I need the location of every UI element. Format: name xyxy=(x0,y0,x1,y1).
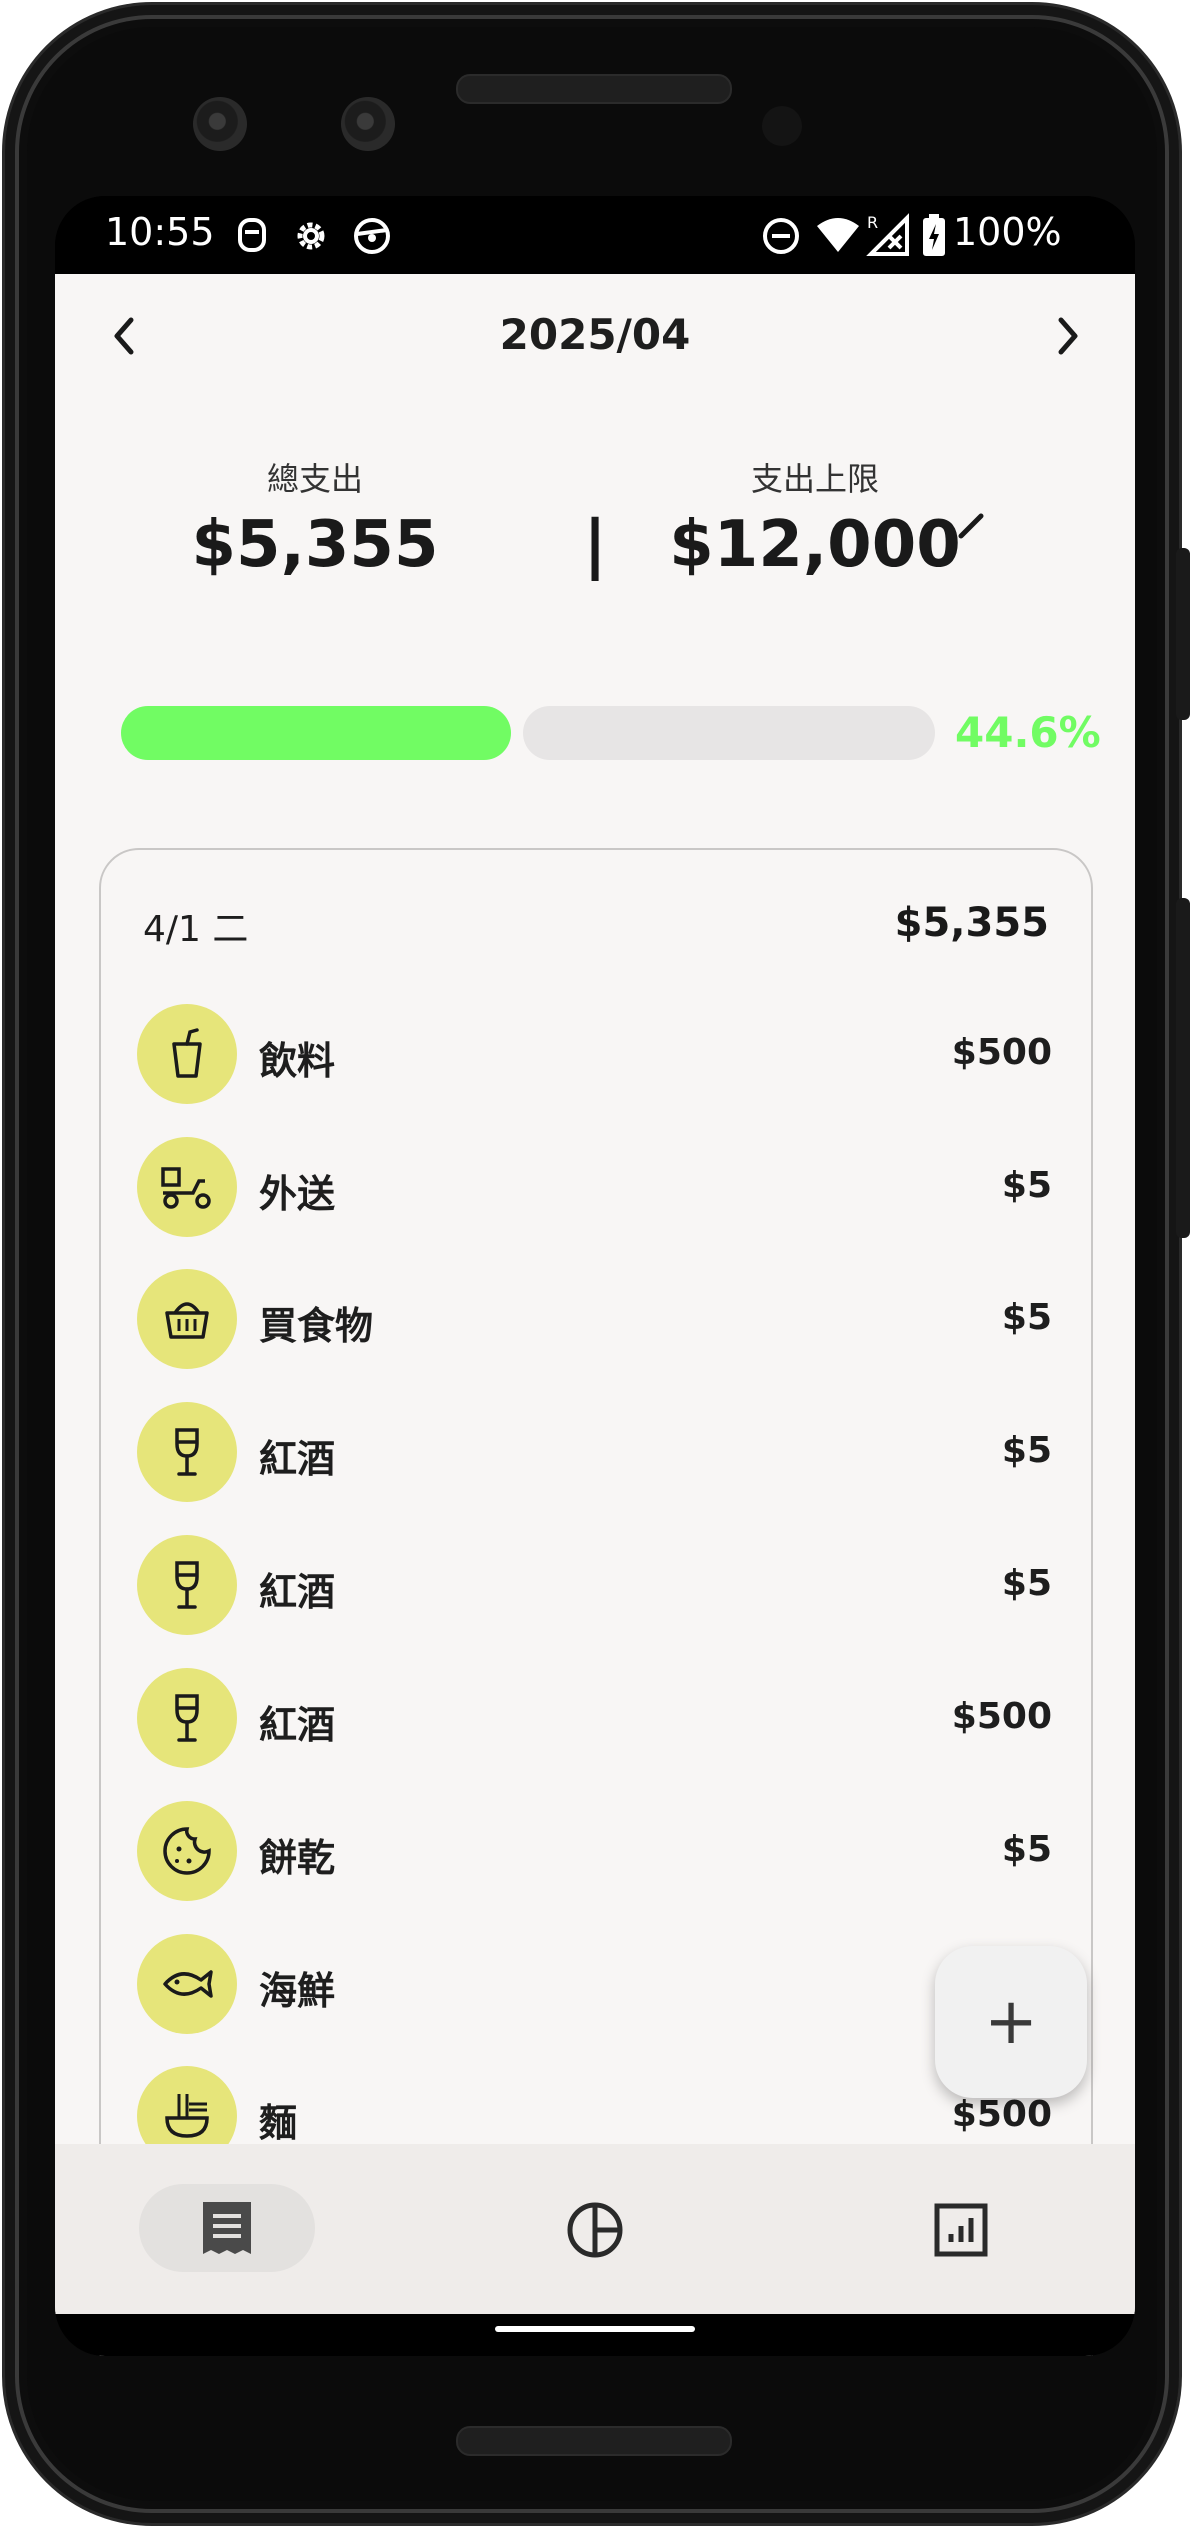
cookie-icon xyxy=(137,1801,237,1901)
total-spending-value: $5,355 xyxy=(191,508,439,582)
bottom-speaker xyxy=(456,2426,732,2456)
pie-chart-icon[interactable] xyxy=(565,2200,625,2260)
day-card-date: 4/1 二 xyxy=(143,909,249,950)
expense-amount: $5 xyxy=(1001,1829,1052,1870)
expense-amount: $5 xyxy=(1001,1297,1052,1338)
expense-label: 餅乾 xyxy=(259,1836,336,1880)
battery-percent: 100% xyxy=(953,210,1062,254)
plus-icon: + xyxy=(984,1985,1038,2059)
add-expense-button[interactable]: + xyxy=(935,1946,1087,2098)
progress-bar-fill xyxy=(121,706,511,760)
expense-amount: $500 xyxy=(951,1696,1052,1737)
expense-row[interactable] xyxy=(137,1934,237,2034)
power-button xyxy=(1176,548,1190,720)
basket-icon xyxy=(137,1269,237,1369)
expense-row[interactable] xyxy=(137,1137,237,1237)
expense-label: 買食物 xyxy=(259,1304,374,1348)
expense-label: 海鮮 xyxy=(259,1969,336,2013)
svg-text:R: R xyxy=(867,213,878,232)
proximity-sensor xyxy=(762,106,802,146)
bottom-navigation xyxy=(55,2144,1135,2314)
expense-label: 紅酒 xyxy=(259,1570,336,1614)
expense-row[interactable] xyxy=(137,1668,237,1768)
top-speaker xyxy=(456,74,732,104)
battery-charging-icon xyxy=(923,214,945,256)
chevron-right-icon[interactable] xyxy=(1047,314,1087,358)
steering-icon xyxy=(354,218,390,254)
expense-amount: $500 xyxy=(951,2094,1052,2135)
do-not-disturb-icon xyxy=(763,218,799,254)
progress-percent: 44.6% xyxy=(955,708,1101,757)
volume-button xyxy=(1176,898,1190,1238)
fish-icon xyxy=(137,1934,237,2034)
status-time: 10:55 xyxy=(105,210,215,254)
expense-label: 紅酒 xyxy=(259,1437,336,1481)
screen: 10:55 R 100% 2025/04 總支出 $5,355 | 支出上限 $… xyxy=(55,196,1135,2356)
system-nav-bar xyxy=(55,2314,1135,2356)
day-card-total: $5,355 xyxy=(894,900,1049,946)
bar-chart-icon[interactable] xyxy=(933,2202,989,2258)
expense-amount: $5 xyxy=(1001,1165,1052,1206)
wine-glass-icon xyxy=(137,1402,237,1502)
wine-glass-icon xyxy=(137,1535,237,1635)
pencil-icon[interactable] xyxy=(957,510,987,540)
total-spending-label: 總支出 xyxy=(266,460,363,498)
wifi-icon xyxy=(817,218,859,252)
status-bar: 10:55 R 100% xyxy=(55,196,1135,274)
spending-limit-label: 支出上限 xyxy=(750,460,879,498)
expense-amount: $5 xyxy=(1001,1563,1052,1604)
expense-label: 飲料 xyxy=(259,1039,336,1083)
drink-cup-icon xyxy=(137,1004,237,1104)
expense-amount: $500 xyxy=(951,1032,1052,1073)
front-camera-left xyxy=(193,97,247,151)
notification-icon xyxy=(238,218,266,252)
expense-row[interactable] xyxy=(137,1801,237,1901)
expense-row[interactable] xyxy=(137,1269,237,1369)
expense-label: 紅酒 xyxy=(259,1703,336,1747)
expense-row[interactable] xyxy=(137,1535,237,1635)
front-camera-right xyxy=(341,97,395,151)
expense-label: 麵 xyxy=(259,2101,298,2145)
month-title[interactable]: 2025/04 xyxy=(55,310,1135,359)
delivery-scooter-icon xyxy=(137,1137,237,1237)
app-content: 2025/04 總支出 $5,355 | 支出上限 $12,000 44.6% … xyxy=(55,274,1135,2356)
expense-amount: $5 xyxy=(1001,1430,1052,1471)
expense-label: 外送 xyxy=(259,1172,336,1216)
settings-icon xyxy=(297,222,325,250)
home-gesture-bar[interactable] xyxy=(495,2326,695,2332)
receipt-icon[interactable] xyxy=(199,2198,255,2258)
wine-glass-icon xyxy=(137,1668,237,1768)
expense-row[interactable] xyxy=(137,1402,237,1502)
expense-row[interactable] xyxy=(137,1004,237,1104)
spending-limit-value[interactable]: $12,000 xyxy=(665,508,965,582)
summary-divider: | xyxy=(583,508,607,582)
progress-bar-track xyxy=(523,706,935,760)
signal-icon: R xyxy=(866,213,909,256)
